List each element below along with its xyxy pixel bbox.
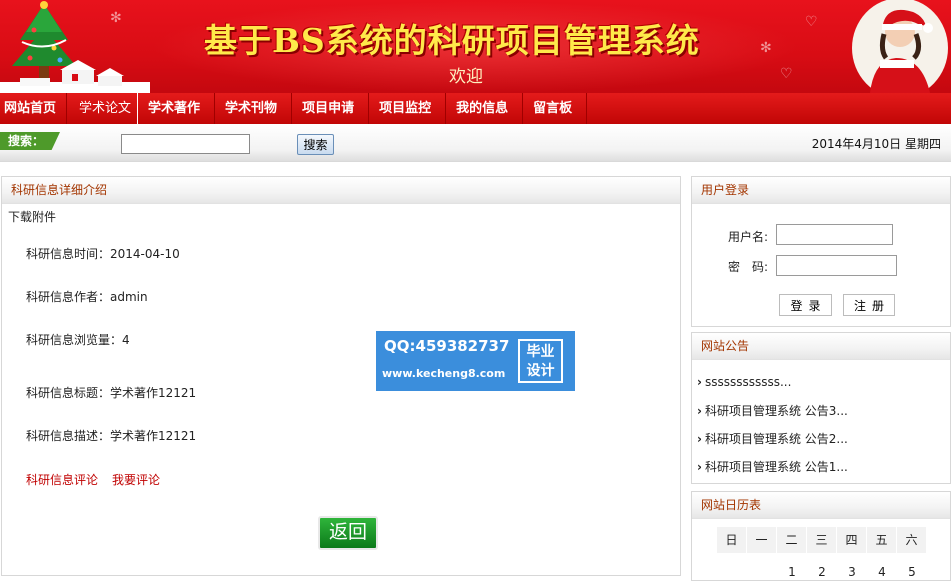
- info-author: 科研信息作者：admin: [26, 290, 148, 304]
- day-cell: [717, 559, 747, 585]
- nav-item-project-monitor[interactable]: 项目监控: [369, 93, 447, 124]
- register-button[interactable]: 注册: [843, 294, 895, 316]
- nav-item-guestbook[interactable]: 留言板: [523, 93, 588, 124]
- calendar-panel: 网站日历表 日 一 二 三 四 五 六 1 2 3 4 5: [691, 491, 951, 581]
- nav-item-papers[interactable]: 学术论文: [67, 93, 139, 124]
- weekday-cell: 四: [837, 527, 867, 553]
- day-cell[interactable]: 2: [807, 559, 837, 585]
- snowflake-icon: ✻: [760, 40, 772, 56]
- watermark-badge-line1: 毕业: [526, 344, 555, 360]
- heart-icon: ♡: [780, 66, 793, 82]
- username-label: 用户名:: [728, 230, 769, 244]
- nav-item-project-apply[interactable]: 项目申请: [292, 93, 370, 124]
- calendar-weekday-row: 日 一 二 三 四 五 六: [717, 527, 927, 553]
- comments-link[interactable]: 科研信息评论: [26, 473, 98, 487]
- login-panel-title: 用户登录: [692, 177, 950, 204]
- watermark-url: www.kecheng8.com: [382, 367, 506, 380]
- download-attachment-link[interactable]: 下载附件: [8, 208, 56, 225]
- current-date: 2014年4月10日 星期四: [811, 137, 941, 151]
- weekday-cell: 一: [747, 527, 777, 553]
- back-button[interactable]: 返回: [318, 516, 378, 550]
- header-banner: ✻ ✻ ♡ ♡ 基于BS系统的科研项目管理系统 欢迎: [0, 0, 951, 93]
- password-field[interactable]: [776, 255, 897, 276]
- watermark-badge: 毕业 设计: [518, 339, 563, 383]
- detail-panel-title: 科研信息详细介绍: [2, 177, 680, 204]
- login-button[interactable]: 登录: [779, 294, 832, 316]
- main-nav: 网站首页 学术论文 学术著作 学术刊物 项目申请 项目监控 我的信息 留言板: [0, 93, 951, 124]
- notice-panel-title: 网站公告: [692, 333, 950, 360]
- watermark-overlay: QQ:459382737 www.kecheng8.com 毕业 设计: [376, 331, 575, 391]
- info-description: 科研信息描述：学术著作12121: [26, 429, 197, 443]
- snowflake-icon: ✻: [110, 10, 122, 26]
- day-cell[interactable]: 4: [867, 559, 897, 585]
- day-cell: [747, 559, 777, 585]
- welcome-text: 欢迎: [449, 67, 483, 87]
- notice-panel: 网站公告 ssssssssssss... 科研项目管理系统 公告3... 科研项…: [691, 332, 951, 484]
- weekday-cell: 六: [897, 527, 927, 553]
- info-title: 科研信息标题：学术著作12121: [26, 386, 197, 400]
- detail-panel: 科研信息详细介绍 下载附件 科研信息时间：2014-04-10 科研信息作者：a…: [1, 176, 681, 576]
- username-field[interactable]: [776, 224, 893, 245]
- login-panel: 用户登录 用户名: 密 码: 登录 注册: [691, 176, 951, 327]
- nav-item-works[interactable]: 学术著作: [138, 93, 216, 124]
- heart-icon: ♡: [805, 14, 818, 30]
- day-cell[interactable]: 1: [777, 559, 807, 585]
- comment-links: 科研信息评论 我要评论: [26, 471, 160, 488]
- weekday-cell: 三: [807, 527, 837, 553]
- calendar-week-row: 1 2 3 4 5: [717, 559, 927, 585]
- nav-item-home[interactable]: 网站首页: [0, 93, 68, 124]
- notice-item[interactable]: 科研项目管理系统 公告2...: [697, 430, 848, 447]
- notice-item[interactable]: 科研项目管理系统 公告1...: [697, 458, 848, 475]
- watermark-badge-line2: 设计: [526, 363, 555, 379]
- nav-item-journals[interactable]: 学术刊物: [215, 93, 293, 124]
- santa-girl-photo: [852, 0, 948, 93]
- notice-item[interactable]: 科研项目管理系统 公告3...: [697, 402, 848, 419]
- weekday-cell: 五: [867, 527, 897, 553]
- password-label: 密 码:: [728, 260, 769, 274]
- notice-item[interactable]: ssssssssssss...: [697, 375, 791, 389]
- snow-houses-icon: [0, 60, 150, 93]
- calendar-panel-title: 网站日历表: [692, 492, 950, 519]
- weekday-cell: 日: [717, 527, 747, 553]
- day-cell[interactable]: 5: [897, 559, 927, 585]
- search-input[interactable]: [121, 134, 250, 154]
- weekday-cell: 二: [777, 527, 807, 553]
- site-title: 基于BS系统的科研项目管理系统: [204, 21, 700, 60]
- search-label: 搜索：: [0, 132, 60, 150]
- nav-item-my-info[interactable]: 我的信息: [446, 93, 524, 124]
- info-time: 科研信息时间：2014-04-10: [26, 247, 180, 261]
- search-button[interactable]: 搜索: [297, 134, 334, 155]
- add-comment-link[interactable]: 我要评论: [112, 473, 160, 487]
- day-cell[interactable]: 3: [837, 559, 867, 585]
- info-views: 科研信息浏览量：4: [26, 333, 130, 347]
- search-bar: 搜索： 搜索 2014年4月10日 星期四: [0, 124, 951, 162]
- watermark-qq: QQ:459382737: [384, 337, 510, 355]
